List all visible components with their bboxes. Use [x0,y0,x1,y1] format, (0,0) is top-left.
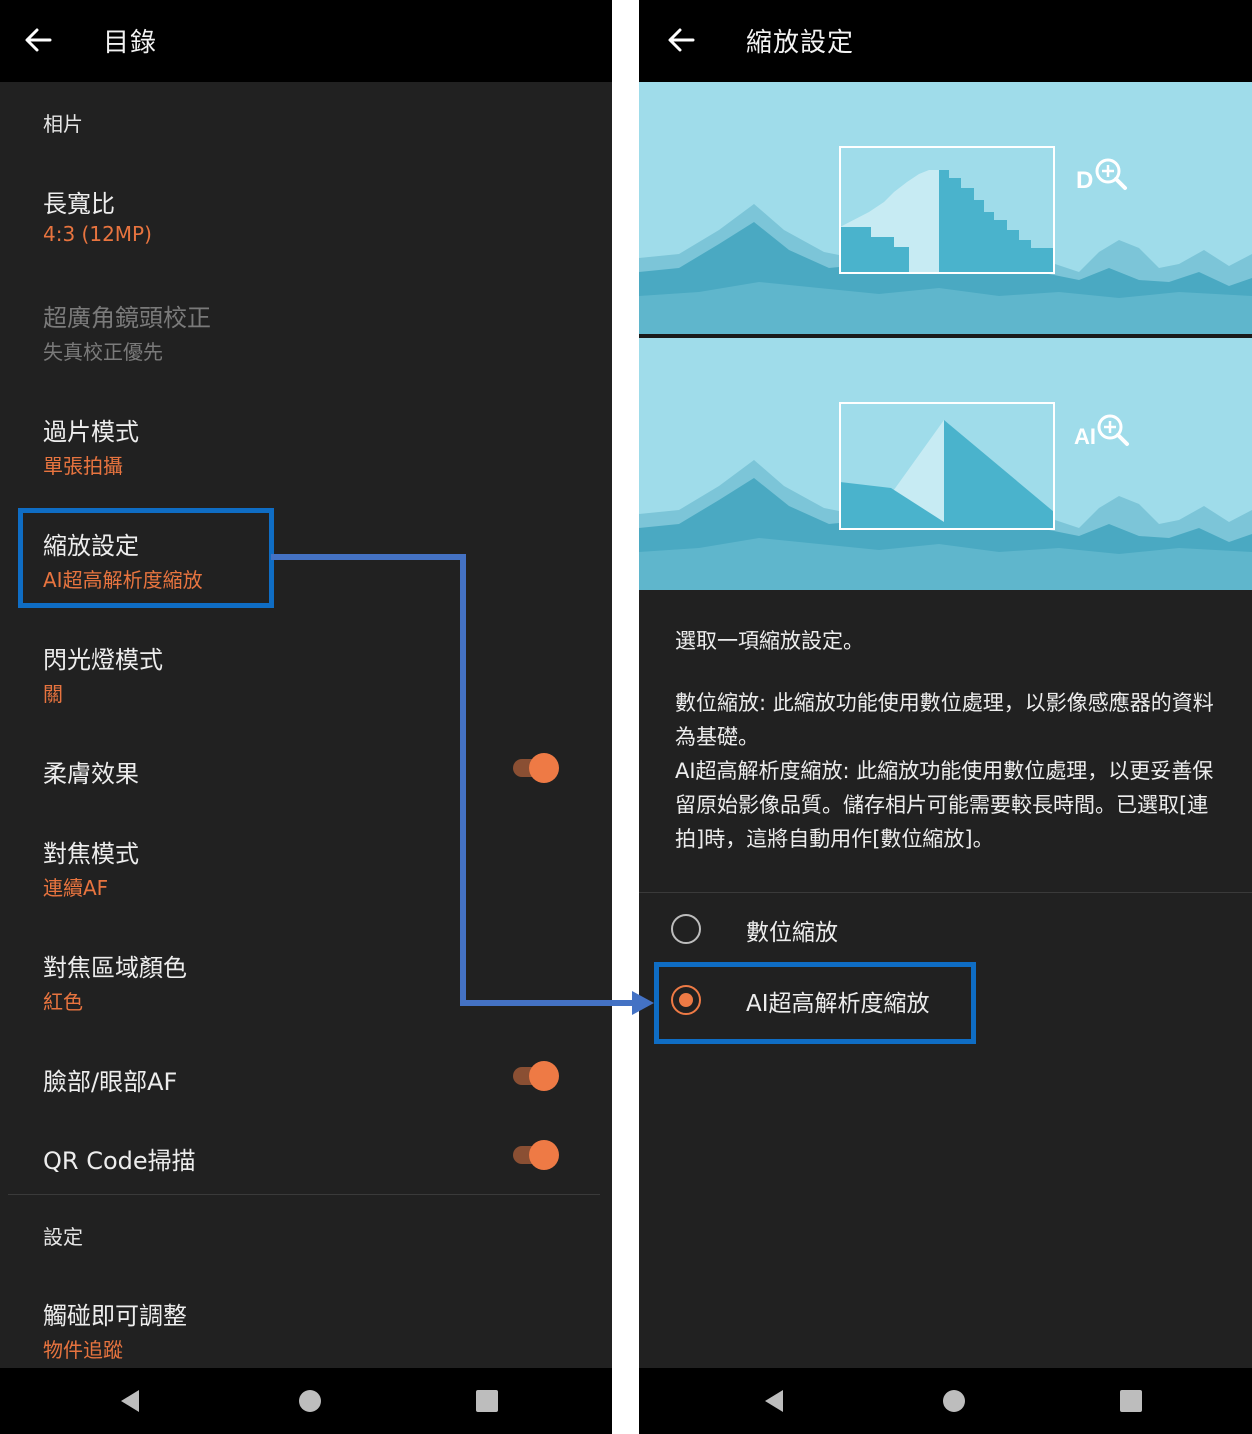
connector-arrow [271,554,654,1015]
